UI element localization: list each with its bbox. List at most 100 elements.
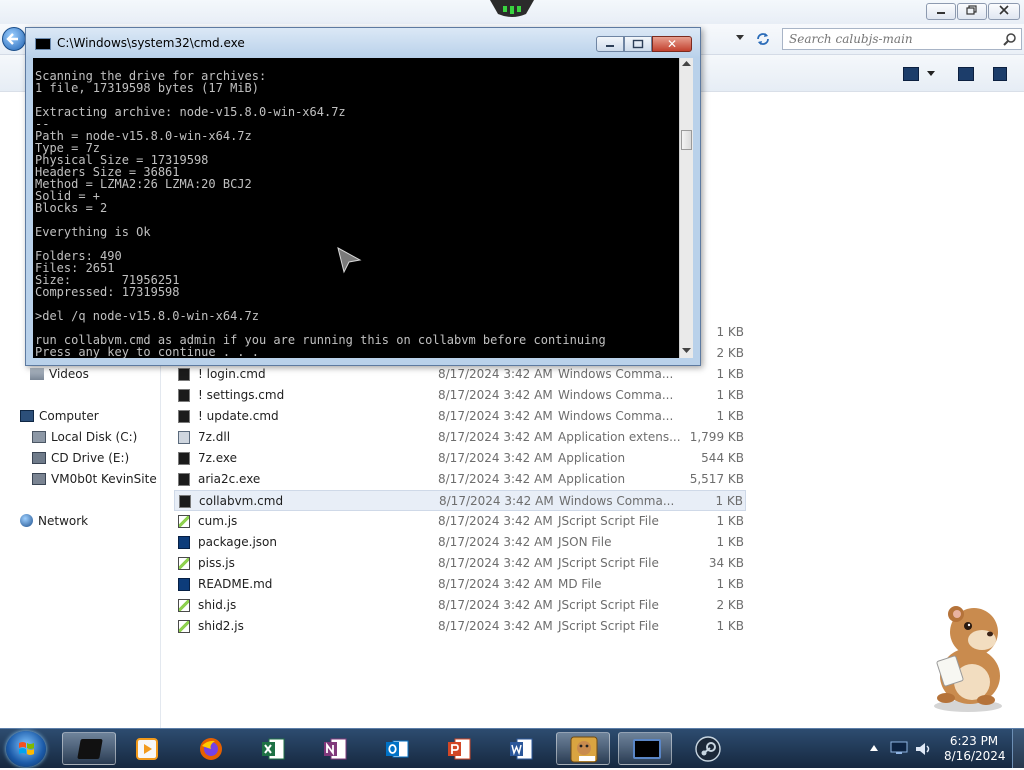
file-row[interactable]: ! settings.cmd 8/17/2024 3:42 AM Windows… bbox=[174, 385, 746, 406]
file-size: 5,517 KB bbox=[689, 472, 744, 486]
file-date: 8/17/2024 3:42 AM bbox=[438, 514, 553, 528]
help-icon[interactable] bbox=[993, 67, 1007, 81]
refresh-icon[interactable] bbox=[754, 30, 772, 48]
address-dropdown-icon[interactable] bbox=[735, 34, 745, 42]
search-icon[interactable] bbox=[1003, 32, 1017, 46]
explorer-restore-button[interactable] bbox=[957, 3, 987, 20]
file-type: JSON File bbox=[558, 535, 612, 549]
explorer-titlebar[interactable] bbox=[0, 0, 1024, 24]
cmd-titlebar[interactable]: C:\Windows\system32\cmd.exe ✕ bbox=[26, 28, 700, 58]
file-row[interactable]: shid.js 8/17/2024 3:42 AM JScript Script… bbox=[174, 595, 746, 616]
file-date: 8/17/2024 3:42 AM bbox=[438, 472, 553, 486]
file-name: ! update.cmd bbox=[198, 409, 279, 423]
cmd-minimize-button[interactable] bbox=[596, 36, 624, 52]
scroll-up-arrow-icon[interactable] bbox=[682, 61, 691, 67]
search-input[interactable] bbox=[783, 29, 1005, 49]
file-row[interactable]: README.md 8/17/2024 3:42 AM MD File 1 KB bbox=[174, 574, 746, 595]
minimize-icon bbox=[937, 12, 945, 14]
file-name: aria2c.exe bbox=[198, 472, 261, 486]
view-dropdown-icon[interactable] bbox=[927, 71, 935, 77]
cmd-maximize-button[interactable] bbox=[624, 36, 652, 52]
exe-file-icon bbox=[178, 473, 190, 486]
cmd-window[interactable]: C:\Windows\system32\cmd.exe ✕ Scanning t… bbox=[25, 27, 701, 366]
cmd-close-button[interactable]: ✕ bbox=[652, 36, 692, 52]
onenote-icon bbox=[324, 738, 347, 760]
file-type: MD File bbox=[558, 577, 602, 591]
system-clock[interactable]: 6:23 PM 8/16/2024 bbox=[944, 734, 1006, 764]
file-name: ! settings.cmd bbox=[198, 388, 285, 402]
network-tray-icon[interactable] bbox=[890, 741, 908, 755]
file-row[interactable]: ! login.cmd 8/17/2024 3:42 AM Windows Co… bbox=[174, 364, 746, 385]
preview-pane-icon[interactable] bbox=[958, 67, 974, 81]
nav-item-cd-drive[interactable]: CD Drive (E:) bbox=[32, 449, 129, 467]
cmd-console-output[interactable]: Scanning the drive for archives: 1 file,… bbox=[33, 58, 679, 358]
taskbar-app-excel[interactable] bbox=[246, 732, 300, 765]
taskbar-app-word[interactable] bbox=[494, 732, 548, 765]
file-row[interactable]: 7z.dll 8/17/2024 3:42 AM Application ext… bbox=[174, 427, 746, 448]
file-name: README.md bbox=[198, 577, 273, 591]
explorer-close-button[interactable] bbox=[988, 3, 1020, 20]
file-type: Windows Comma... bbox=[558, 409, 674, 423]
view-options-icon[interactable] bbox=[903, 67, 919, 81]
file-row[interactable]: ! update.cmd 8/17/2024 3:42 AM Windows C… bbox=[174, 406, 746, 427]
cmd-scrollbar[interactable] bbox=[679, 58, 693, 358]
file-name: ! login.cmd bbox=[198, 367, 266, 381]
cmd-window-title: C:\Windows\system32\cmd.exe bbox=[57, 36, 245, 50]
taskbar-app-media-center[interactable] bbox=[62, 732, 116, 765]
nav-item-computer[interactable]: Computer bbox=[20, 407, 99, 425]
close-icon bbox=[999, 5, 1009, 15]
maximize-icon bbox=[632, 39, 644, 49]
file-name: shid2.js bbox=[198, 619, 244, 633]
file-row-selected[interactable]: collabvm.cmd 8/17/2024 3:42 AM Windows C… bbox=[174, 490, 746, 511]
hamster-mascot-icon[interactable] bbox=[916, 602, 1012, 714]
explorer-minimize-button[interactable] bbox=[926, 3, 956, 20]
taskbar-app-firefox[interactable] bbox=[184, 732, 238, 765]
file-type: JScript Script File bbox=[558, 619, 659, 633]
aero-notch-icon bbox=[490, 0, 534, 17]
nav-item-network[interactable]: Network bbox=[20, 512, 88, 530]
media-player-icon bbox=[136, 738, 158, 760]
md-file-icon bbox=[178, 578, 190, 591]
taskbar-app-steam[interactable] bbox=[680, 732, 734, 765]
word-icon bbox=[510, 738, 533, 760]
file-date: 8/17/2024 3:42 AM bbox=[438, 409, 553, 423]
file-row[interactable]: cum.js 8/17/2024 3:42 AM JScript Script … bbox=[174, 511, 746, 532]
taskbar-app-media-player[interactable] bbox=[120, 732, 174, 765]
file-size: 2 KB bbox=[716, 346, 744, 360]
file-date: 8/17/2024 3:42 AM bbox=[438, 556, 553, 570]
hamster-box-icon bbox=[570, 736, 598, 763]
nav-item-network-drive[interactable]: VM0b0t KevinSite bbox=[32, 470, 157, 488]
search-box[interactable] bbox=[782, 28, 1022, 50]
nav-label-cd-drive: CD Drive (E:) bbox=[51, 451, 130, 465]
cmd-scroll-thumb[interactable] bbox=[681, 130, 692, 150]
back-button[interactable] bbox=[2, 27, 26, 51]
hard-drive-icon bbox=[32, 431, 46, 443]
file-name: shid.js bbox=[198, 598, 237, 612]
network-icon bbox=[20, 514, 33, 527]
back-arrow-icon bbox=[6, 33, 18, 45]
file-row[interactable]: shid2.js 8/17/2024 3:42 AM JScript Scrip… bbox=[174, 616, 746, 637]
file-size: 1 KB bbox=[716, 409, 744, 423]
file-row[interactable]: package.json 8/17/2024 3:42 AM JSON File… bbox=[174, 532, 746, 553]
file-row[interactable]: aria2c.exe 8/17/2024 3:42 AM Application… bbox=[174, 469, 746, 490]
taskbar-app-hamster-box[interactable] bbox=[556, 732, 610, 765]
file-type: Windows Comma... bbox=[559, 494, 675, 508]
volume-tray-icon[interactable] bbox=[914, 740, 932, 758]
taskbar-app-cmd[interactable] bbox=[618, 732, 672, 765]
file-name: package.json bbox=[198, 535, 278, 549]
taskbar-app-powerpoint[interactable] bbox=[432, 732, 486, 765]
taskbar-app-outlook[interactable] bbox=[370, 732, 424, 765]
file-row[interactable]: 7z.exe 8/17/2024 3:42 AM Application 544… bbox=[174, 448, 746, 469]
start-button[interactable] bbox=[6, 731, 46, 767]
taskbar-app-onenote[interactable] bbox=[308, 732, 362, 765]
file-row[interactable]: piss.js 8/17/2024 3:42 AM JScript Script… bbox=[174, 553, 746, 574]
network-drive-icon bbox=[32, 473, 46, 485]
tray-expand-icon[interactable] bbox=[870, 745, 878, 751]
scroll-down-arrow-icon[interactable] bbox=[682, 348, 691, 354]
nav-item-local-disk[interactable]: Local Disk (C:) bbox=[32, 428, 137, 446]
js-file-icon bbox=[178, 557, 190, 570]
show-desktop-button[interactable] bbox=[1012, 729, 1024, 768]
nav-item-videos[interactable]: Videos bbox=[30, 365, 89, 383]
file-date: 8/17/2024 3:42 AM bbox=[439, 494, 554, 508]
file-size: 1 KB bbox=[716, 514, 744, 528]
